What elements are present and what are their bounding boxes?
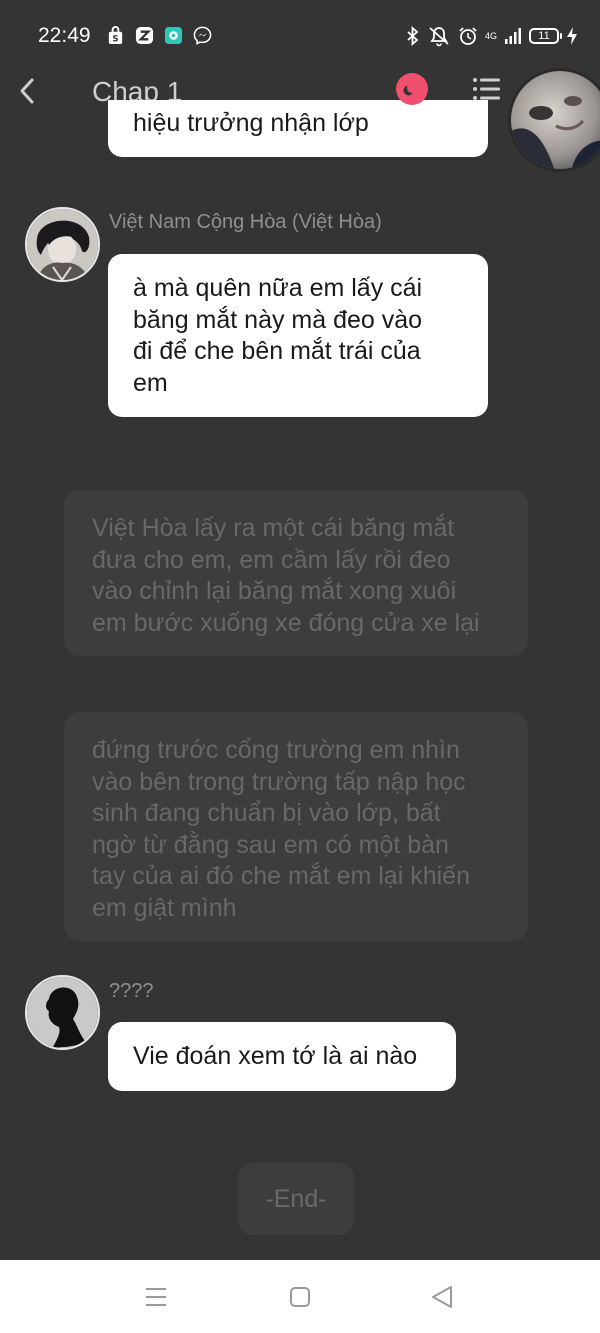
message-line: Vie đoán xem tớ là ai nào <box>133 1042 418 1070</box>
night-mode-button[interactable] <box>396 73 428 105</box>
speaker-name: ???? <box>109 980 154 1002</box>
home-square-icon <box>290 1287 310 1307</box>
message-line: em <box>133 368 168 397</box>
zalo-icon <box>135 26 154 45</box>
mute-icon <box>429 27 449 47</box>
narration-block: đứng trước cổng trường em nhìn vào bên t… <box>64 712 528 941</box>
status-time: 22:49 <box>38 24 91 47</box>
bluetooth-icon <box>407 26 419 46</box>
chapter-list-button[interactable] <box>472 76 502 102</box>
system-status: 4G 11 <box>406 24 578 48</box>
narration-line: ngờ từ đằng sau em có một bàn <box>92 830 449 859</box>
system-nav-bar <box>0 1260 600 1333</box>
messenger-icon <box>193 26 212 45</box>
narration-block: Việt Hòa lấy ra một cái băng mắt đưa cho… <box>64 490 528 656</box>
message-line: à mà quên nữa em lấy cái <box>133 274 423 302</box>
narration-line: vào chỉnh lại băng mắt xong xuôi <box>92 577 457 605</box>
message-bubble: Vie đoán xem tớ là ai nào <box>108 1022 456 1091</box>
end-marker: -End- <box>238 1163 354 1235</box>
narration-line: đứng trước cổng trường em nhìn <box>92 736 460 764</box>
profile-photo <box>511 71 600 169</box>
narration-line: vào bên trong trường tấp nập học <box>92 767 466 796</box>
character-portrait <box>27 209 98 280</box>
silhouette-portrait <box>27 977 98 1048</box>
status-bar: 22:49 S 4G 11 <box>0 0 600 72</box>
back-triangle-icon <box>432 1286 452 1308</box>
narration-line: sinh đang chuẩn bị vào lớp, bất <box>92 799 441 827</box>
message-line: băng mắt này mà đeo vào <box>133 305 423 334</box>
battery-level: 11 <box>538 30 550 42</box>
recent-apps-button[interactable] <box>139 1280 173 1314</box>
signal-icon <box>505 28 521 44</box>
svg-text:S: S <box>112 35 118 45</box>
narration-line: em bước xuống xe đóng cửa xe lại <box>92 608 480 637</box>
speaker-avatar-unknown[interactable] <box>25 975 100 1050</box>
list-icon <box>473 78 500 100</box>
app-icon <box>164 26 183 45</box>
charging-icon <box>567 27 577 45</box>
back-button[interactable] <box>12 74 46 108</box>
home-button[interactable] <box>283 1280 317 1314</box>
speaker-name: Việt Nam Cộng Hòa (Việt Hòa) <box>109 211 382 233</box>
alarm-icon <box>459 27 477 45</box>
message-bubble-cut: hiệu trưởng nhận lớp <box>108 100 488 157</box>
narration-line: tay của ai đó che mắt em lại khiến <box>92 862 470 890</box>
battery-icon: 11 <box>529 28 562 44</box>
narration-line: em giật mình <box>92 893 237 922</box>
floating-avatar[interactable] <box>508 68 600 172</box>
shopping-bag-icon: S <box>108 26 123 45</box>
network-label: 4G <box>484 30 497 41</box>
narration-line: Việt Hòa lấy ra một cái băng mắt <box>92 514 455 542</box>
speaker-avatar-viet-hoa[interactable] <box>25 207 100 282</box>
narration-line: đưa cho em, em cầm lấy rồi đeo <box>92 545 451 574</box>
chevron-left-icon <box>20 78 34 104</box>
screen: 22:49 S 4G 11 Chap 1 hiệu trưởng nhận lớ… <box>0 0 600 1333</box>
message-text-cut: hiệu trưởng nhận lớp <box>133 109 369 137</box>
message-line: đi để che bên mắt trái của <box>133 337 421 365</box>
nav-back-button[interactable] <box>425 1280 459 1314</box>
message-bubble: à mà quên nữa em lấy cái băng mắt này mà… <box>108 254 488 417</box>
menu-icon <box>146 1288 166 1306</box>
